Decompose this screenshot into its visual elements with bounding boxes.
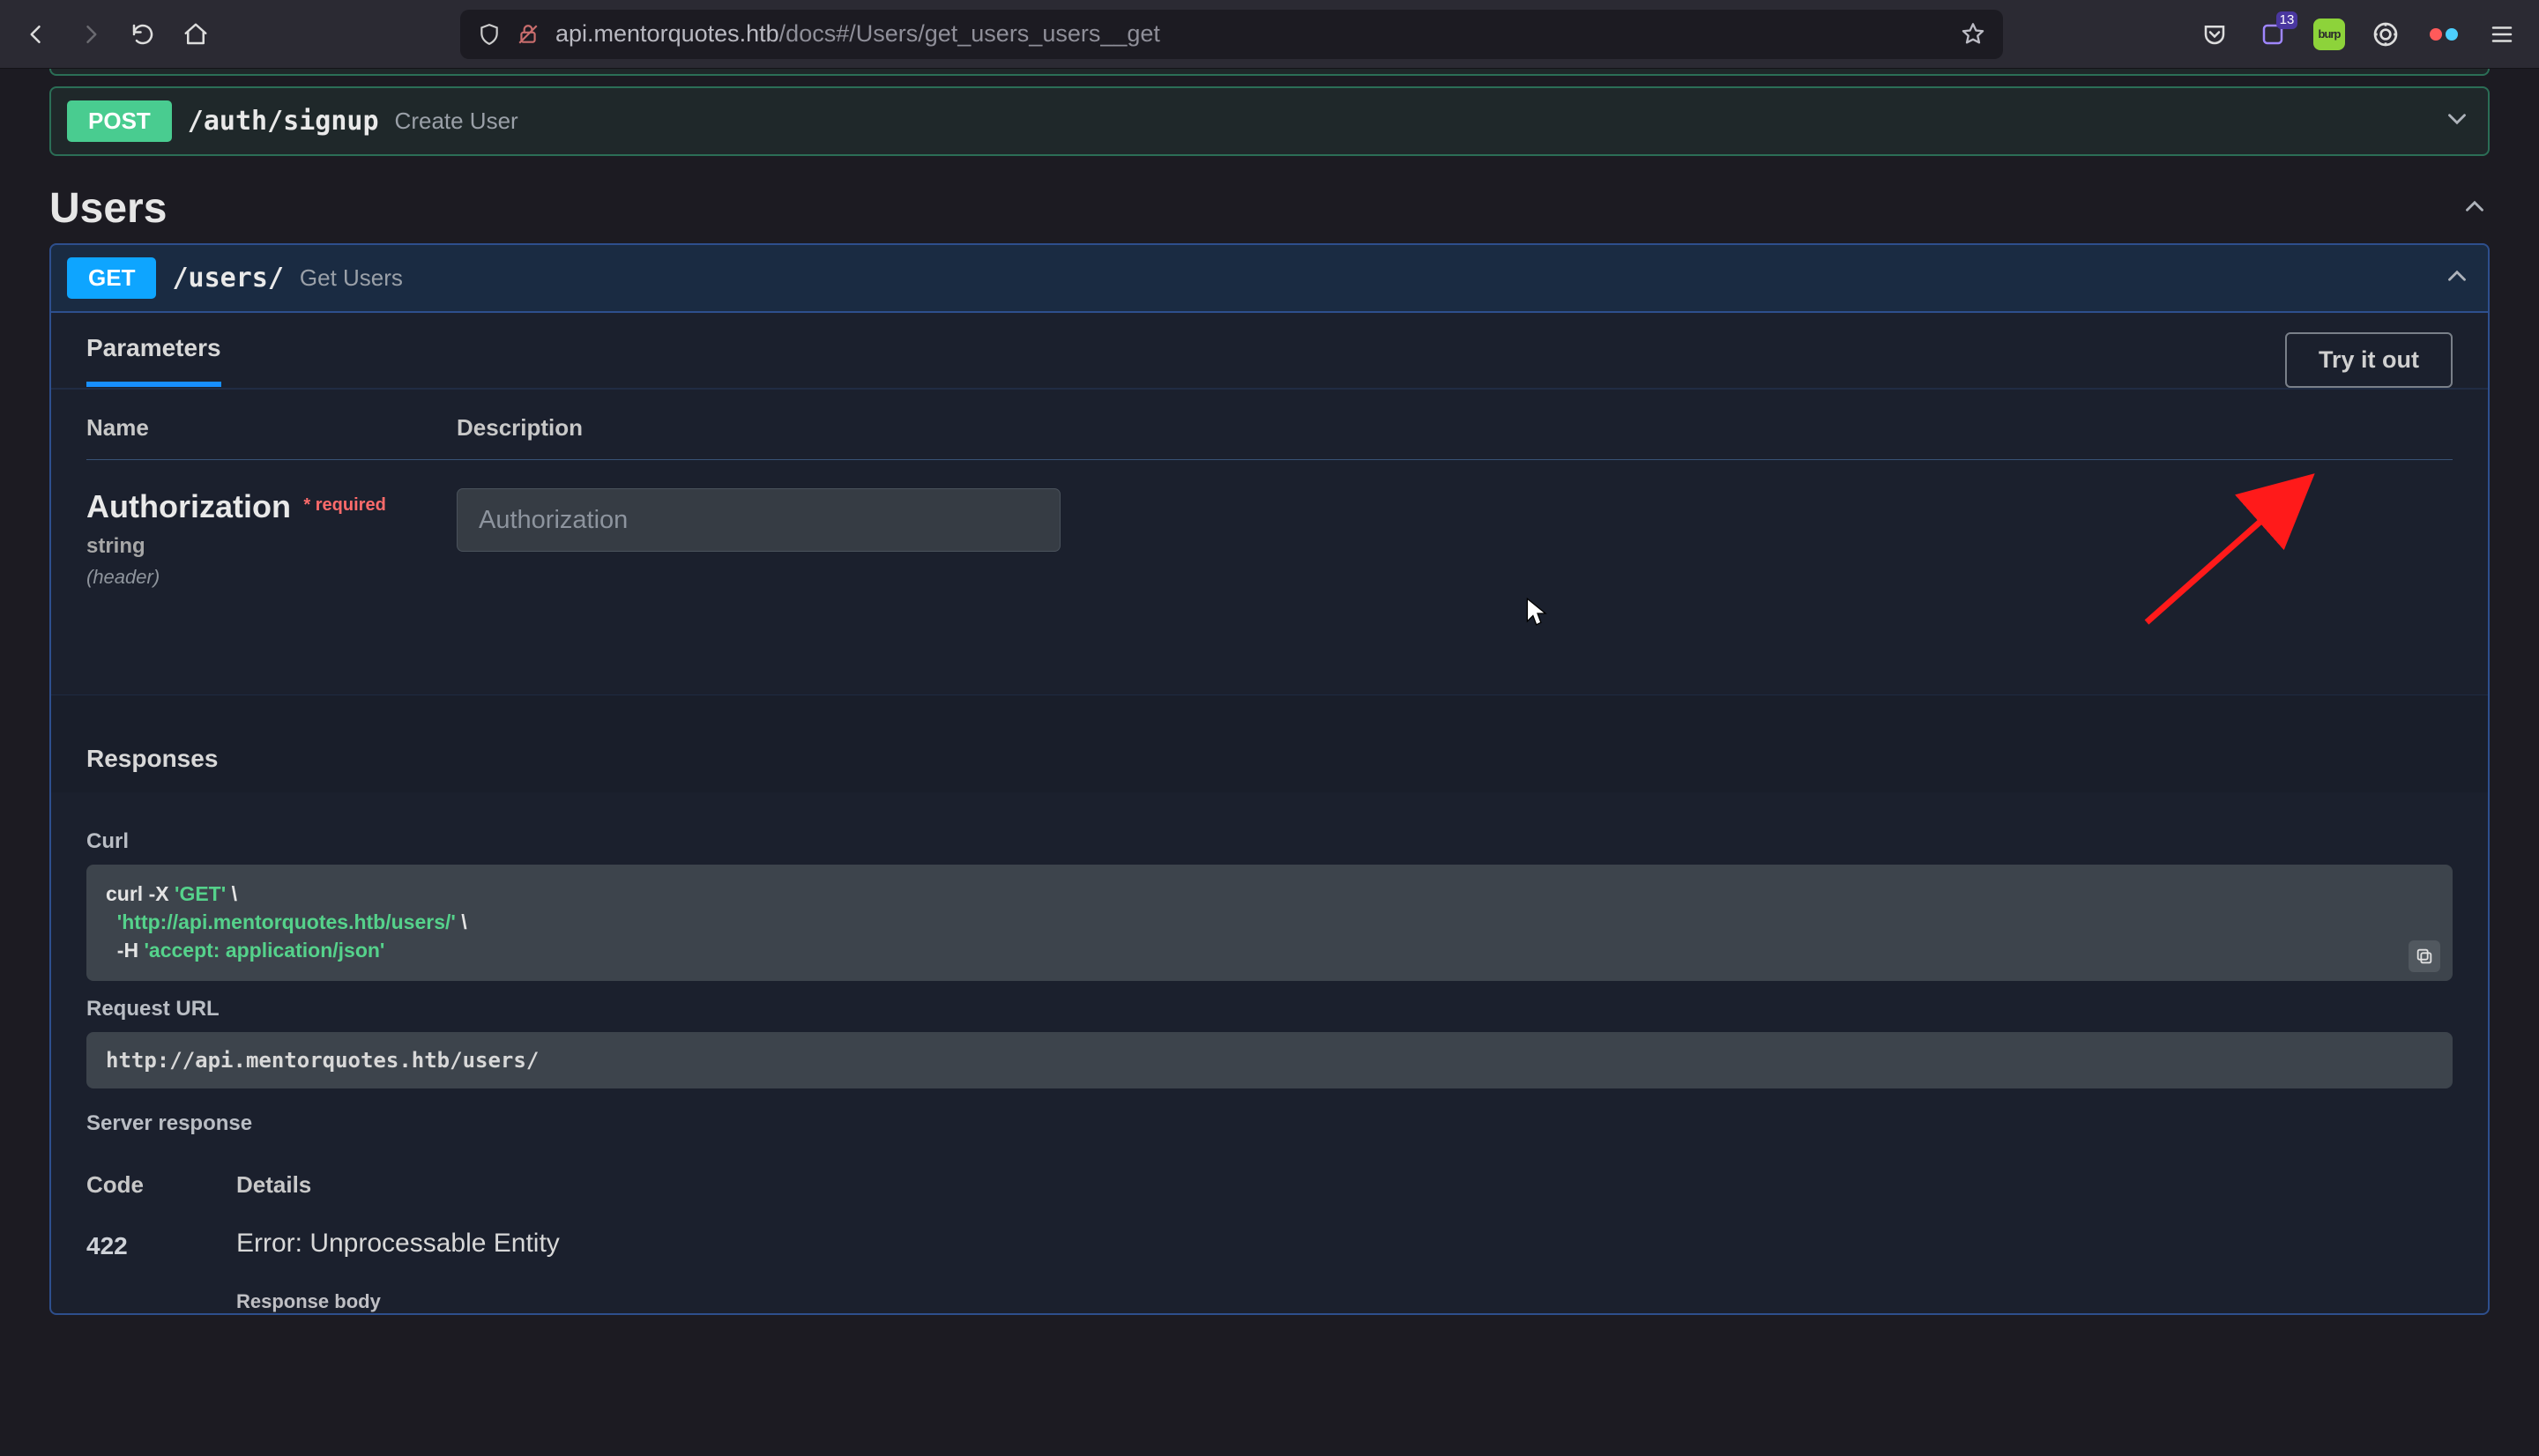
shield-icon (478, 23, 501, 46)
url-text: api.mentorquotes.htb/docs#/Users/get_use… (555, 20, 1945, 48)
op-path: /auth/signup (188, 106, 379, 137)
foxyproxy-icon[interactable] (2368, 17, 2403, 52)
request-url-title: Request URL (86, 997, 2453, 1021)
server-response-title: Server response (86, 1111, 2453, 1136)
address-bar[interactable]: api.mentorquotes.htb/docs#/Users/get_use… (460, 10, 2003, 59)
lock-warning-icon (517, 23, 540, 46)
nav-home-button[interactable] (178, 17, 213, 52)
param-type: string (86, 534, 457, 559)
op-login-collapsed-edge (49, 69, 2490, 76)
section-title: Users (49, 184, 167, 233)
resp-error-message: Error: Unprocessable Entity (236, 1229, 560, 1259)
containers-icon[interactable]: 13 (2255, 17, 2290, 52)
param-required-badge: required (303, 495, 385, 515)
op-auth-signup[interactable]: POST /auth/signup Create User (49, 86, 2490, 156)
op-users-get: GET /users/ Get Users Parameters Try it … (49, 243, 2490, 1315)
tab-parameters[interactable]: Parameters (86, 334, 221, 387)
chevron-down-icon (2442, 104, 2472, 138)
pocket-icon[interactable] (2197, 17, 2232, 52)
nav-back-button[interactable] (19, 17, 55, 52)
notification-badge: 13 (2276, 11, 2297, 29)
op-path: /users/ (172, 263, 283, 293)
chevron-up-icon (2442, 261, 2472, 295)
authorization-input[interactable] (457, 488, 1061, 552)
copy-curl-button[interactable] (2409, 940, 2440, 972)
nav-forward-button[interactable] (72, 17, 108, 52)
param-name: Authorization (86, 488, 291, 524)
toolbar-right-icons: 13 burp (2197, 17, 2520, 52)
resp-col-details: Details (236, 1171, 311, 1199)
curl-block: curl -X 'GET' \ 'http://api.mentorquotes… (86, 865, 2453, 981)
try-it-out-button[interactable]: Try it out (2285, 332, 2453, 388)
resp-body-label: Response body (236, 1290, 560, 1313)
nav-reload-button[interactable] (125, 17, 160, 52)
request-url-block: http://api.mentorquotes.htb/users/ (86, 1032, 2453, 1088)
chevron-up-icon (2460, 191, 2490, 226)
burp-extension-icon[interactable]: burp (2313, 19, 2345, 50)
hackbar-icon[interactable] (2426, 17, 2461, 52)
curl-title: Curl (86, 829, 2453, 854)
param-col-name: Name (86, 414, 457, 442)
method-badge-get: GET (67, 257, 156, 299)
browser-toolbar: api.mentorquotes.htb/docs#/Users/get_use… (0, 0, 2539, 69)
resp-col-code: Code (86, 1171, 236, 1199)
app-menu-button[interactable] (2484, 17, 2520, 52)
param-in: (header) (86, 566, 457, 589)
responses-heading: Responses (51, 695, 2488, 792)
resp-status-code: 422 (86, 1229, 236, 1313)
op-summary: Get Users (300, 264, 403, 292)
section-users-heading[interactable]: Users (49, 184, 2490, 233)
op-users-get-header[interactable]: GET /users/ Get Users (51, 245, 2488, 311)
op-summary: Create User (395, 108, 518, 135)
param-col-desc: Description (457, 414, 2453, 442)
bookmark-star-icon[interactable] (1961, 22, 1985, 47)
method-badge-post: POST (67, 100, 172, 142)
